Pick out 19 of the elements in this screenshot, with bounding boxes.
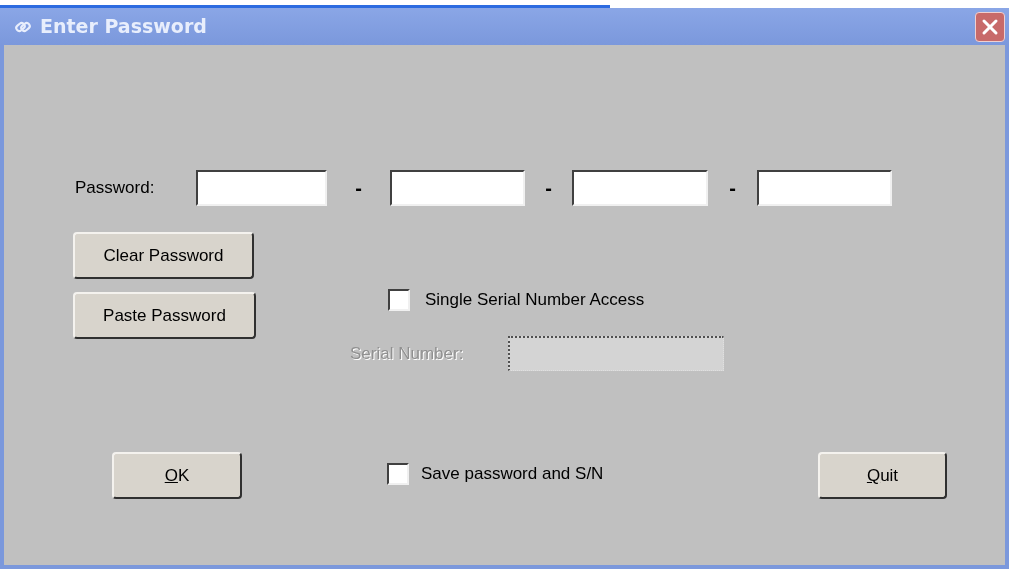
ok-button[interactable]: OK: [112, 452, 242, 499]
clear-password-button[interactable]: Clear Password: [73, 232, 254, 279]
password-field[interactable]: [572, 170, 708, 206]
serial-number-label: Serial Number:: [350, 342, 465, 365]
checkbox[interactable]: [388, 289, 410, 311]
checkbox-label: Save password and S/N: [421, 463, 604, 485]
checkbox-label: Single Serial Number Access: [425, 289, 645, 312]
dash-separator: -: [355, 176, 362, 201]
checkbox[interactable]: [387, 462, 409, 485]
window-title: Enter Password: [40, 14, 207, 40]
dash-separator: -: [729, 176, 736, 201]
paste-password-button[interactable]: Paste Password: [73, 292, 256, 339]
dash-separator: -: [545, 176, 552, 201]
password-field[interactable]: [757, 170, 892, 206]
quit-button[interactable]: Quit: [818, 452, 947, 499]
password-field[interactable]: [196, 170, 327, 206]
password-label: Password:: [75, 177, 156, 200]
password-field[interactable]: [390, 170, 525, 206]
close-button[interactable]: [975, 11, 1005, 42]
